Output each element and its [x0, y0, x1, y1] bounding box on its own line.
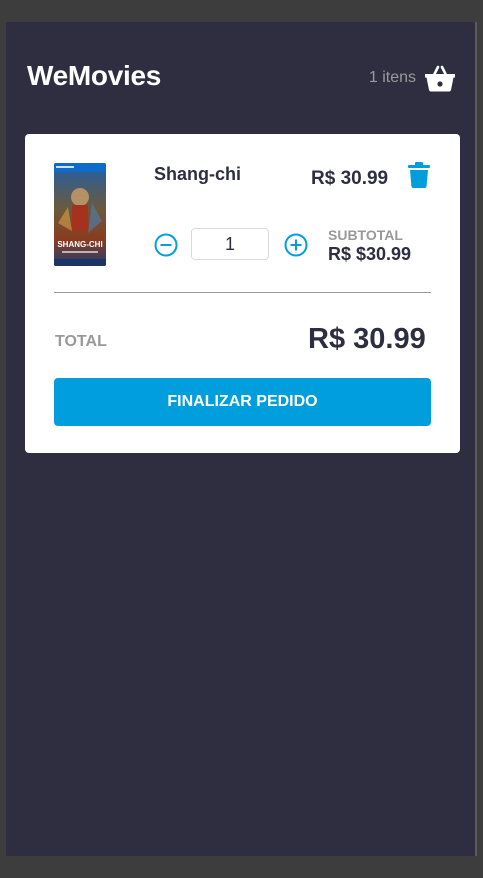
- total-value: R$ 30.99: [308, 323, 426, 355]
- total-label: TOTAL: [55, 333, 107, 350]
- cart-count[interactable]: 1 itens: [369, 69, 416, 87]
- trash-icon[interactable]: [408, 162, 430, 188]
- cart-card: SHANG-CHI Shang-chi R$ 30.99 SUBTOTAL R$…: [25, 134, 460, 453]
- subtotal-label: SUBTOTAL: [328, 227, 403, 243]
- header: WeMovies 1 itens: [6, 22, 475, 134]
- brand-logo[interactable]: WeMovies: [27, 60, 161, 92]
- decrease-quantity-button[interactable]: [154, 233, 178, 257]
- window-edge: [475, 22, 477, 856]
- divider: [54, 292, 431, 293]
- movie-cover-art: SHANG-CHI: [54, 163, 106, 266]
- app-container: WeMovies 1 itens SHANG-CHI Shang-chi R$ …: [6, 22, 475, 856]
- product-title: Shang-chi: [154, 164, 242, 184]
- increase-quantity-button[interactable]: [284, 233, 308, 257]
- cover-title: SHANG-CHI: [57, 240, 102, 249]
- quantity-input[interactable]: [191, 228, 269, 260]
- movie-cover: SHANG-CHI: [54, 163, 106, 266]
- basket-icon[interactable]: [424, 64, 456, 92]
- subtotal-value: R$ $30.99: [328, 244, 412, 264]
- checkout-button[interactable]: FINALIZAR PEDIDO: [54, 378, 431, 426]
- product-price: R$ 30.99: [311, 168, 389, 189]
